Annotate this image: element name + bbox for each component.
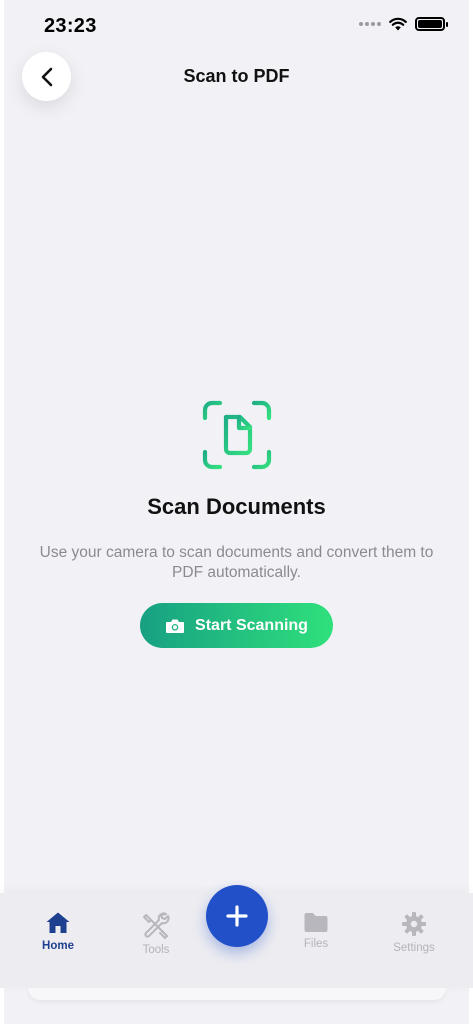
tab-tools[interactable]: Tools: [116, 911, 196, 956]
bottom-card-edge: [28, 988, 446, 1000]
tools-icon: [143, 912, 170, 939]
tab-files[interactable]: Files: [276, 911, 356, 950]
battery-icon: [415, 17, 448, 31]
tab-settings[interactable]: Settings: [374, 911, 454, 954]
wifi-icon: [389, 17, 407, 31]
start-scanning-label: Start Scanning: [195, 616, 308, 634]
home-icon: [46, 912, 70, 933]
plus-icon: [226, 905, 248, 927]
tab-home[interactable]: Home: [18, 911, 98, 952]
tab-bar: Home Tools Files Settings: [0, 885, 473, 1024]
tab-settings-label: Settings: [393, 942, 435, 954]
document-scan-icon: [202, 400, 272, 470]
cellular-signal-icon: [359, 22, 381, 26]
hero-description: Use your camera to scan documents and co…: [39, 544, 434, 581]
page-title: Scan to PDF: [183, 66, 290, 86]
folder-icon: [304, 913, 328, 932]
status-time: 23:23: [44, 15, 97, 37]
add-button[interactable]: [206, 885, 268, 947]
hero-title: Scan Documents: [147, 494, 326, 519]
tab-home-label: Home: [42, 940, 74, 952]
tab-files-label: Files: [303, 938, 329, 950]
status-indicators: [359, 17, 448, 31]
tab-tools-label: Tools: [142, 944, 170, 956]
camera-icon: [166, 619, 185, 633]
start-scanning-button[interactable]: Start Scanning: [140, 603, 333, 648]
status-bar: 23:23: [0, 0, 473, 54]
gear-icon: [402, 912, 426, 936]
